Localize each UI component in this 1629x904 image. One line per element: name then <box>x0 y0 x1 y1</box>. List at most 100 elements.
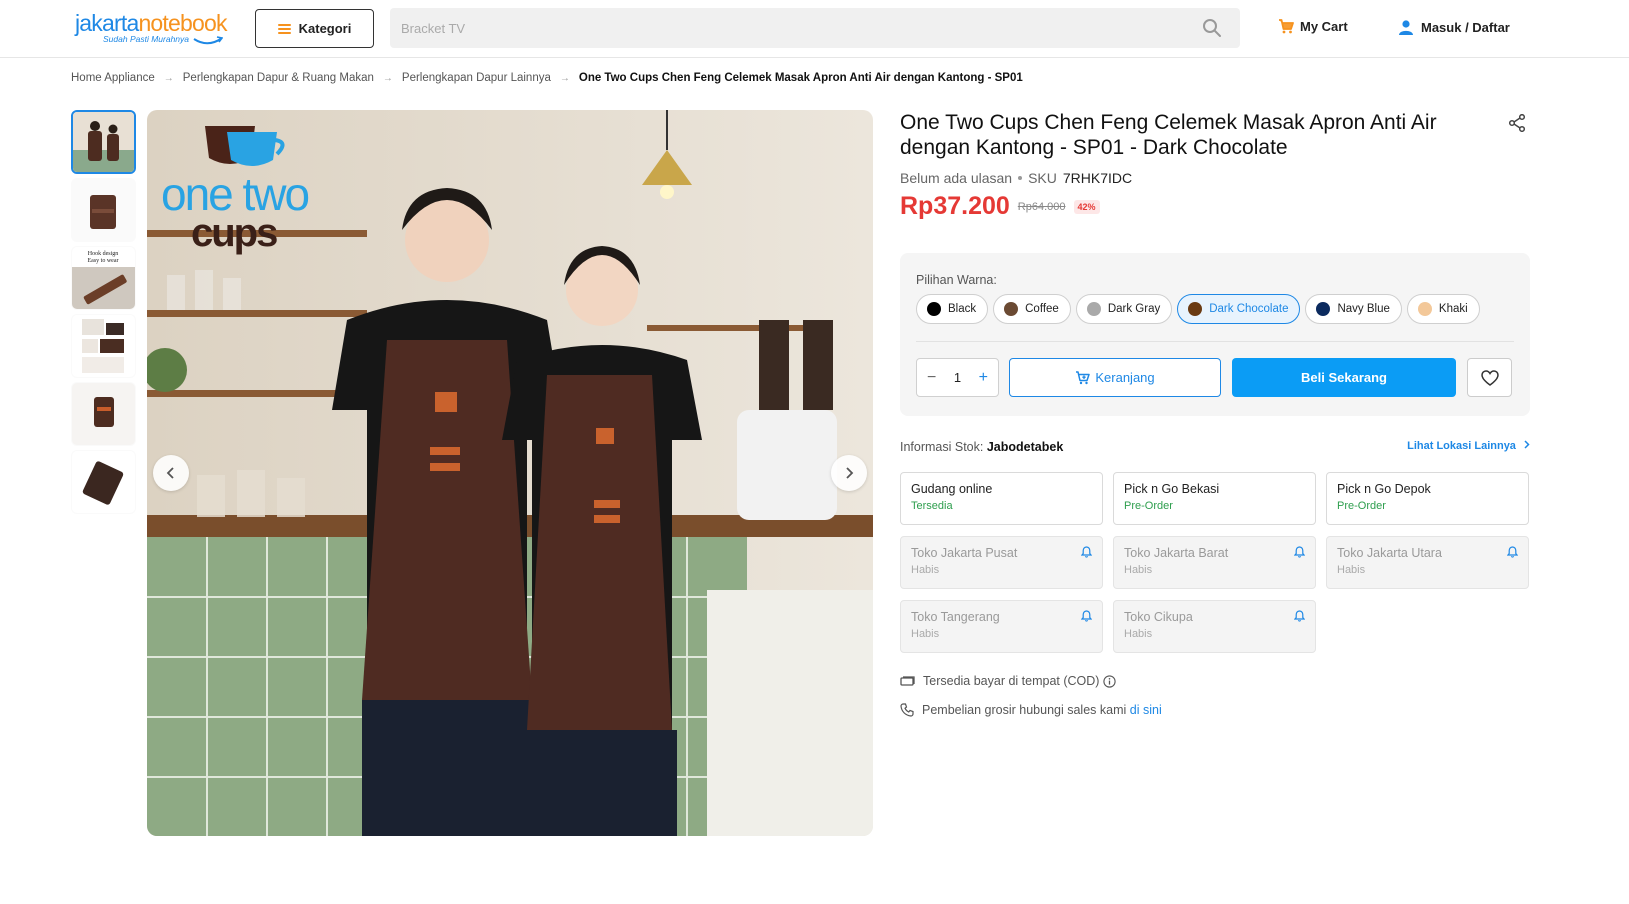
cart-button[interactable]: My Cart <box>1278 19 1348 34</box>
breadcrumb-current: One Two Cups Chen Feng Celemek Masak Apr… <box>578 72 1023 84</box>
store-status: Habis <box>1124 628 1153 640</box>
color-options: Black Coffee Dark Gray Dark Chocolate Navy B… <box>916 294 1480 324</box>
store-status: Tersedia <box>911 500 953 512</box>
login-button[interactable]: Masuk / Daftar <box>1398 19 1510 35</box>
store-card: Toko Jakarta Pusat Habis <box>900 536 1103 589</box>
bell-icon[interactable] <box>1294 546 1305 558</box>
chevron-right-icon <box>1524 440 1530 449</box>
store-card[interactable]: Pick n Go Bekasi Pre-Order <box>1113 472 1316 525</box>
sku-value: 7RHK7IDC <box>1062 170 1133 186</box>
color-option-label: Khaki <box>1438 303 1468 315</box>
cart-plus-icon <box>1076 370 1091 384</box>
store-name: Gudang online <box>911 482 993 496</box>
color-option-khaki[interactable]: Khaki <box>1406 294 1480 324</box>
thumbnail[interactable] <box>71 110 136 174</box>
cash-icon <box>900 675 915 686</box>
wishlist-button[interactable] <box>1467 358 1512 397</box>
meta-separator <box>1018 176 1023 180</box>
color-option-coffee[interactable]: Coffee <box>993 294 1071 324</box>
search-input[interactable] <box>390 8 1170 48</box>
bell-icon[interactable] <box>1507 546 1518 558</box>
more-locations-link[interactable]: Lihat Lokasi Lainnya <box>1407 440 1530 452</box>
store-name: Toko Tangerang <box>911 610 1000 624</box>
next-image-button[interactable] <box>831 455 867 491</box>
site-logo[interactable]: jakartanotebook Sudah Pasti Murahnya <box>75 10 240 50</box>
info-icon[interactable] <box>1103 674 1117 688</box>
store-card[interactable]: Gudang online Tersedia <box>900 472 1103 525</box>
price-row: Rp37.200 Rp64.000 42% <box>900 192 1530 221</box>
thumbnail[interactable] <box>71 178 136 242</box>
quantity-stepper[interactable]: − 1 + <box>916 358 999 397</box>
more-locations-label: Lihat Lokasi Lainnya <box>1407 440 1516 452</box>
store-status: Pre-Order <box>1337 500 1386 512</box>
store-card: Toko Jakarta Utara Habis <box>1326 536 1529 589</box>
store-name: Pick n Go Bekasi <box>1124 482 1220 496</box>
breadcrumb-item[interactable]: Home Appliance <box>71 72 155 84</box>
minus-icon[interactable]: − <box>927 369 936 386</box>
store-status: Habis <box>911 564 940 576</box>
thumbnail-list: Hook design Easy to wear <box>71 110 136 518</box>
current-price: Rp37.200 <box>900 192 1010 220</box>
thumbnail[interactable] <box>71 382 136 446</box>
bell-icon[interactable] <box>1081 610 1092 622</box>
color-swatch <box>1417 302 1432 316</box>
breadcrumb-item[interactable]: Perlengkapan Dapur & Ruang Makan <box>183 72 374 84</box>
kategori-label: Kategori <box>298 21 352 36</box>
buy-now-label: Beli Sekarang <box>1301 370 1387 385</box>
variant-panel: Pilihan Warna: Black Coffee Dark Gray Dark … <box>900 253 1530 416</box>
store-card[interactable]: Pick n Go Depok Pre-Order <box>1326 472 1529 525</box>
wholesale-info: Pembelian grosir hubungi sales kami di s… <box>900 703 1162 717</box>
store-status: Habis <box>911 628 940 640</box>
breadcrumb-item[interactable]: Perlengkapan Dapur Lainnya <box>402 72 551 84</box>
thumbnail[interactable]: Hook design Easy to wear <box>71 246 136 310</box>
store-status: Habis <box>1124 564 1153 576</box>
bell-icon[interactable] <box>1081 546 1092 558</box>
thumbnail-caption: Easy to wear <box>88 258 119 264</box>
wholesale-link[interactable]: di sini <box>1130 703 1162 717</box>
color-option-label: Navy Blue <box>1337 303 1390 315</box>
cod-info: Tersedia bayar di tempat (COD) <box>900 674 1117 688</box>
store-card: Toko Tangerang Habis <box>900 600 1103 653</box>
variant-label: Pilihan Warna: <box>916 273 997 287</box>
hamburger-icon <box>277 23 291 34</box>
thumbnail-caption: Hook design <box>88 251 119 257</box>
store-name: Toko Jakarta Utara <box>1337 546 1442 560</box>
cart-label: My Cart <box>1300 19 1348 34</box>
heart-icon <box>1480 369 1499 386</box>
wholesale-text: Pembelian grosir hubungi sales kami di s… <box>922 703 1162 717</box>
color-swatch <box>1316 302 1331 316</box>
arrow-right-icon: → <box>163 72 174 84</box>
color-swatch <box>1086 302 1101 316</box>
chevron-right-icon <box>846 467 854 479</box>
color-option-dark-gray[interactable]: Dark Gray <box>1075 294 1173 324</box>
store-name: Toko Jakarta Barat <box>1124 546 1229 560</box>
stock-label: Informasi Stok: <box>900 440 984 454</box>
product-main-image[interactable]: one two cups <box>147 110 873 836</box>
user-icon <box>1399 20 1413 35</box>
logo-swoosh-icon <box>193 36 223 45</box>
sku-label: SKU <box>1028 170 1057 186</box>
logo-part-2: notebook <box>138 10 227 36</box>
cart-icon <box>1279 19 1294 34</box>
share-button[interactable] <box>1508 113 1526 137</box>
plus-icon[interactable]: + <box>979 369 988 386</box>
color-option-dark-chocolate[interactable]: Dark Chocolate <box>1177 294 1301 324</box>
product-photo: one two cups <box>147 110 873 836</box>
discount-badge: 42% <box>1073 199 1100 214</box>
add-to-cart-button[interactable]: Keranjang <box>1009 358 1221 397</box>
quantity-value[interactable]: 1 <box>954 370 961 385</box>
thumbnail[interactable] <box>71 450 136 514</box>
wholesale-text-main: Pembelian grosir hubungi sales kami <box>922 703 1127 717</box>
bell-icon[interactable] <box>1294 610 1305 622</box>
color-option-black[interactable]: Black <box>916 294 989 324</box>
original-price: Rp64.000 <box>1017 200 1066 213</box>
chevron-left-icon <box>166 467 174 479</box>
thumbnail[interactable] <box>71 314 136 378</box>
store-card: Toko Cikupa Habis <box>1113 600 1316 653</box>
search-icon[interactable] <box>1202 18 1222 38</box>
kategori-button[interactable]: Kategori <box>255 9 374 48</box>
previous-image-button[interactable] <box>153 455 189 491</box>
arrow-right-icon: → <box>559 72 570 84</box>
buy-now-button[interactable]: Beli Sekarang <box>1232 358 1456 397</box>
color-option-navy-blue[interactable]: Navy Blue <box>1305 294 1402 324</box>
